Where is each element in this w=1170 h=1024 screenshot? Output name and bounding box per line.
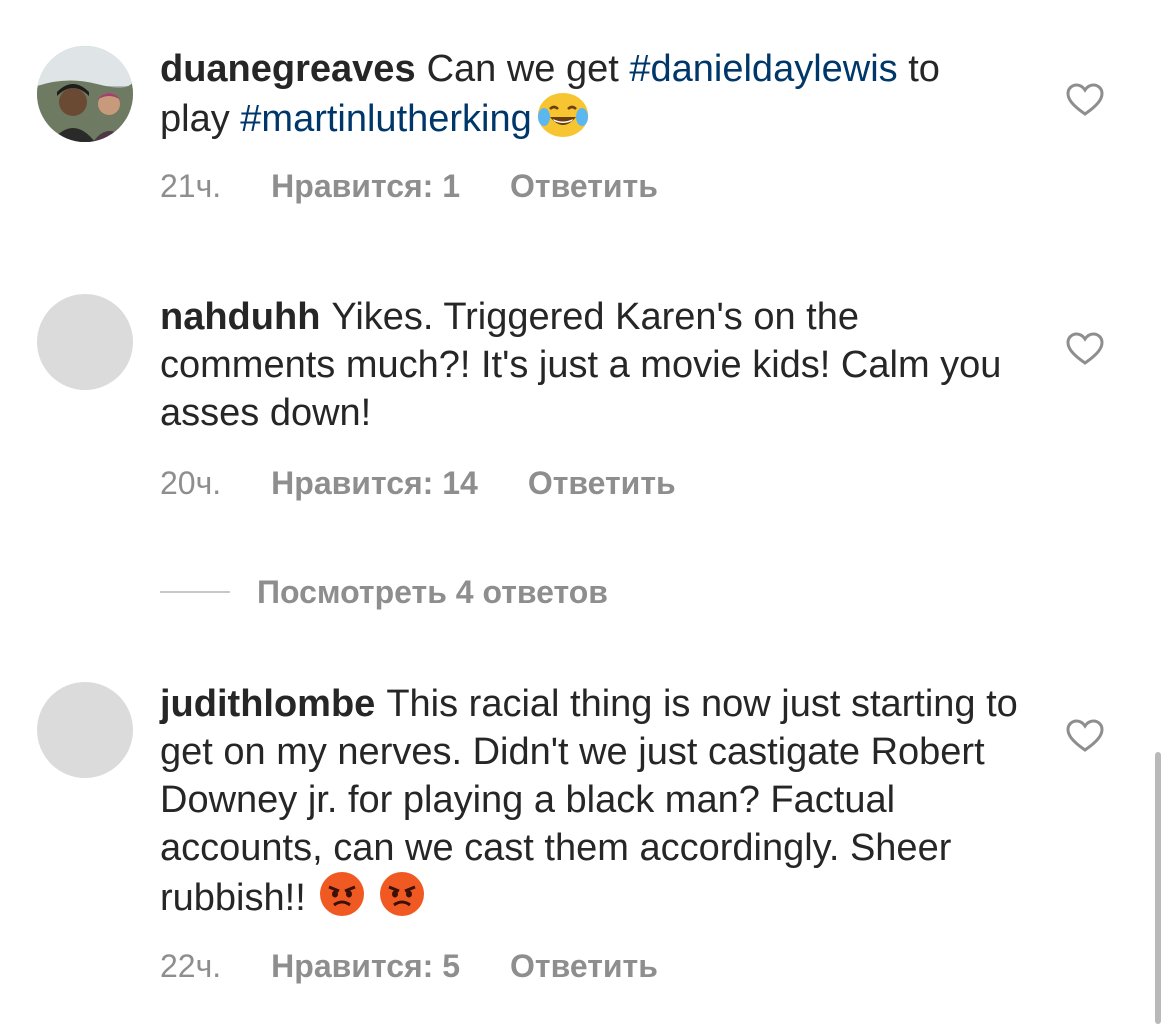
reply-button[interactable]: Ответить xyxy=(510,946,658,986)
comment-meta: 20ч. Нравится: 14 Ответить xyxy=(160,463,676,503)
hashtag-link[interactable]: #martinlutherking xyxy=(240,98,531,140)
replies-divider-line xyxy=(160,591,230,593)
angry-face-emoji xyxy=(319,872,364,916)
reply-button[interactable]: Ответить xyxy=(528,463,676,503)
comment-text: duanegreaves Can we get #danieldaylewis t… xyxy=(160,45,1020,143)
avatar-photo xyxy=(37,46,133,142)
comment-time: 20ч. xyxy=(160,465,222,501)
comment-meta: 22ч. Нравится: 5 Ответить xyxy=(160,946,658,986)
scrollbar[interactable] xyxy=(1155,752,1161,1024)
comment-meta: 21ч. Нравится: 1 Ответить xyxy=(160,166,658,206)
heart-outline-icon[interactable] xyxy=(1066,719,1104,753)
comment-text: nahduhh Yikes. Triggered Karen's on the c… xyxy=(160,293,1020,437)
view-replies-label: Посмотреть 4 ответов xyxy=(257,573,608,610)
likes-count[interactable]: Нравится: 14 xyxy=(271,463,478,503)
avatar[interactable] xyxy=(37,294,133,390)
avatar[interactable] xyxy=(37,46,133,142)
likes-count[interactable]: Нравится: 5 xyxy=(271,946,460,986)
face-with-tears-of-joy-emoji xyxy=(537,93,588,137)
comment-text-part: Can we get xyxy=(426,48,630,90)
view-replies-button[interactable]: Посмотреть 4 ответов xyxy=(160,572,608,612)
heart-outline-icon[interactable] xyxy=(1066,83,1104,117)
comment-username[interactable]: nahduhh xyxy=(160,296,320,338)
comment-time: 21ч. xyxy=(160,168,222,204)
angry-face-emoji xyxy=(379,872,424,916)
heart-outline-icon[interactable] xyxy=(1066,332,1104,366)
avatar[interactable] xyxy=(37,682,133,778)
likes-count[interactable]: Нравится: 1 xyxy=(271,166,460,206)
comment-username[interactable]: judithlombe xyxy=(160,683,375,725)
reply-button[interactable]: Ответить xyxy=(510,166,658,206)
comment-text: judithlombe This racial thing is now just… xyxy=(160,680,1020,922)
comment-username[interactable]: duanegreaves xyxy=(160,48,416,90)
comment-time: 22ч. xyxy=(160,948,222,984)
hashtag-link[interactable]: #danieldaylewis xyxy=(629,48,897,90)
